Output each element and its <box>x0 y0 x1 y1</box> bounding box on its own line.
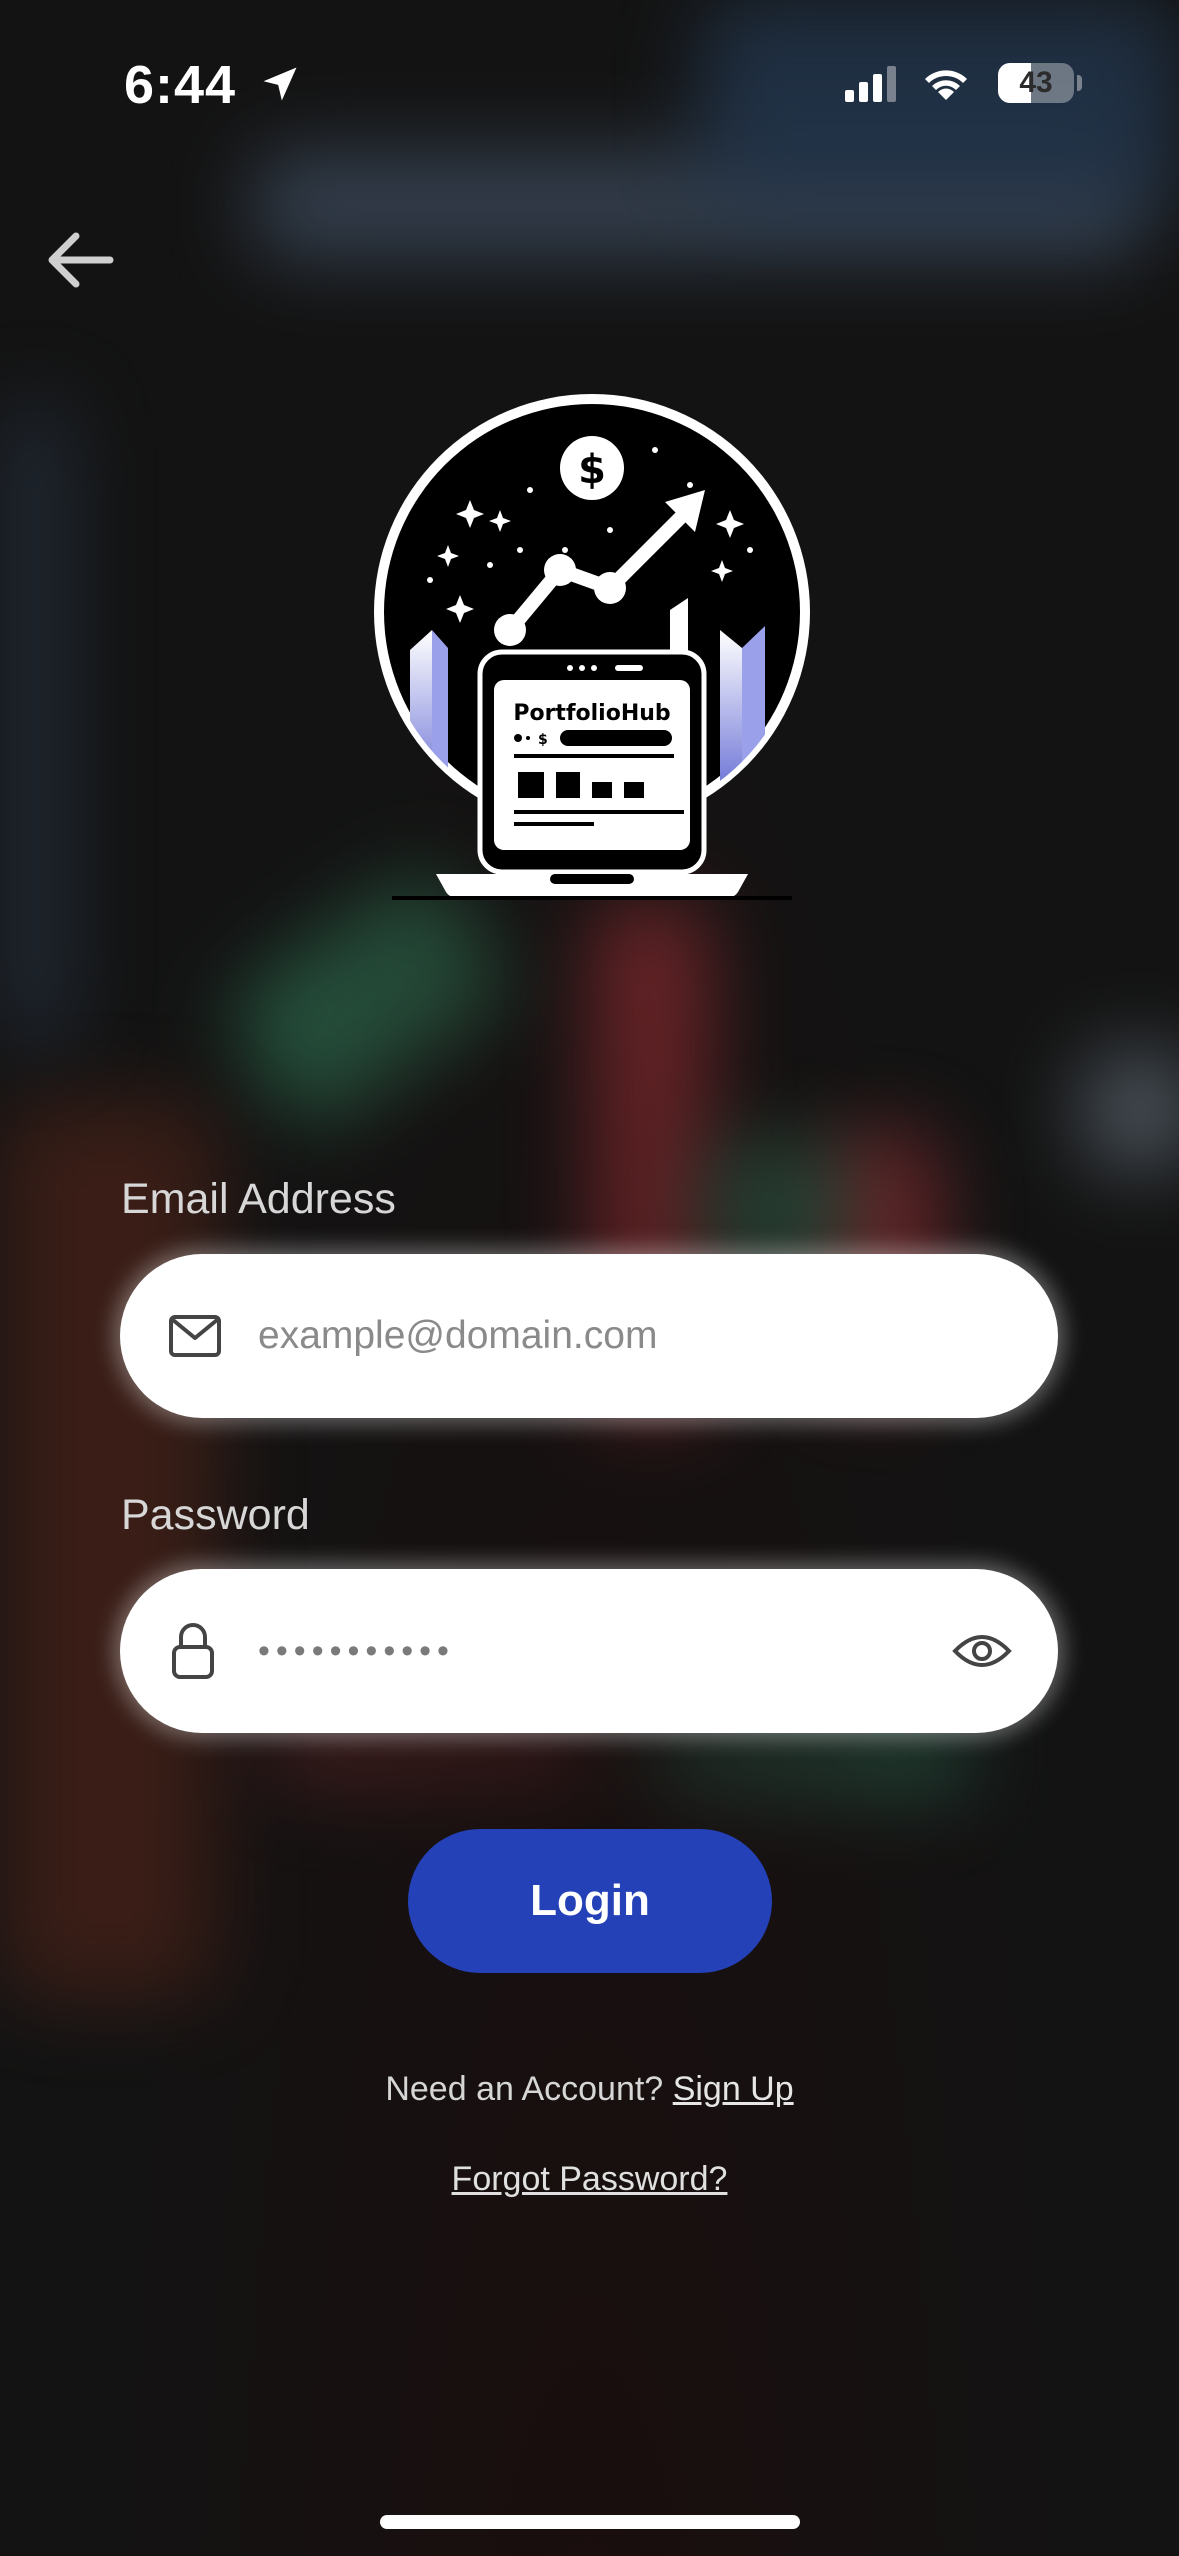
lock-icon <box>172 1623 214 1679</box>
app-logo: $ PortfolioHub $ <box>370 390 810 910</box>
forgot-password-row: Forgot Password? <box>0 2160 1179 2199</box>
email-field[interactable]: example@domain.com <box>120 1254 1058 1418</box>
battery-level: 43 <box>1019 66 1053 99</box>
eye-icon[interactable] <box>952 1631 1012 1671</box>
svg-text:$: $ <box>578 447 606 493</box>
need-account-text: Need an Account? <box>385 2070 664 2108</box>
back-button[interactable] <box>40 220 120 300</box>
cellular-signal-icon <box>845 66 896 102</box>
battery-icon: 43 <box>998 63 1074 103</box>
back-arrow-icon <box>48 232 114 288</box>
signup-prompt: Need an Account? Sign Up <box>0 2070 1179 2109</box>
signup-link[interactable]: Sign Up <box>673 2070 794 2108</box>
location-arrow-icon <box>263 67 297 101</box>
home-indicator[interactable] <box>380 2515 800 2529</box>
email-input[interactable]: example@domain.com <box>258 1254 657 1418</box>
mail-icon <box>169 1315 221 1357</box>
svg-text:$: $ <box>538 732 548 748</box>
wifi-icon <box>925 70 967 100</box>
login-button[interactable]: Login <box>408 1829 772 1973</box>
password-field[interactable]: ••••••••••• <box>120 1569 1058 1733</box>
password-label: Password <box>121 1491 310 1539</box>
email-label: Email Address <box>121 1175 396 1223</box>
status-time: 6:44 <box>124 55 237 115</box>
password-input[interactable]: ••••••••••• <box>258 1569 455 1733</box>
forgot-password-link[interactable]: Forgot Password? <box>452 2160 728 2198</box>
status-bar: 6:44 43 <box>0 0 1179 170</box>
logo-brand-text: PortfolioHub <box>513 701 670 726</box>
